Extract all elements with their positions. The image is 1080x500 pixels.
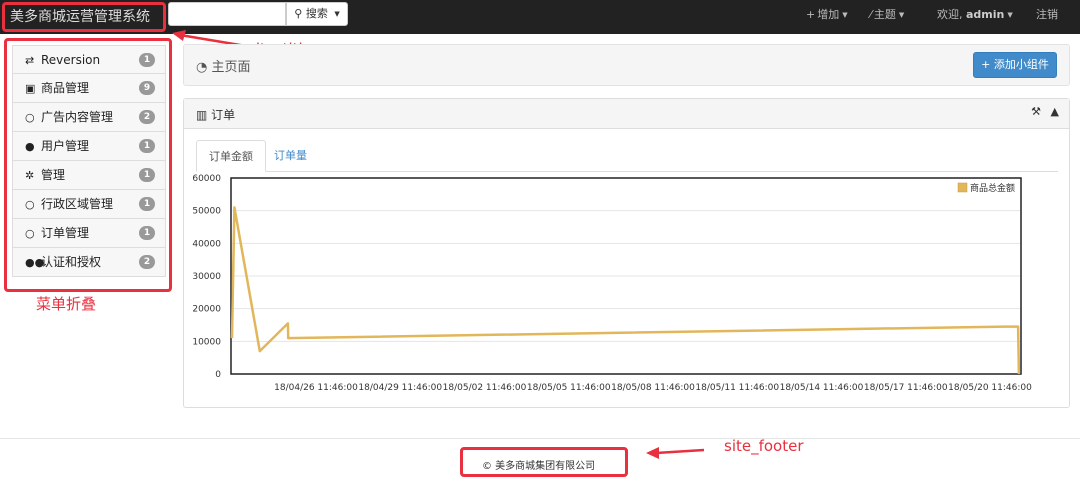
y-tick-label: 0 bbox=[215, 370, 221, 380]
y-tick-label: 60000 bbox=[192, 174, 221, 184]
x-tick-label: 18/05/08 11:46:00 bbox=[611, 383, 695, 393]
y-tick-label: 50000 bbox=[192, 207, 221, 217]
order-amount-chart: 0 10000 20000 30000 40000 50000 60000 18/04/26 … bbox=[192, 174, 1032, 393]
x-tick-label: 18/05/20 11:46:00 bbox=[948, 383, 1032, 393]
site-footer-annotation: site_footer bbox=[724, 437, 804, 455]
site-footer-arrow bbox=[646, 447, 705, 459]
footer-divider bbox=[0, 438, 1080, 439]
y-tick-label: 40000 bbox=[192, 239, 221, 249]
series-line bbox=[230, 206, 1021, 375]
x-tick-label: 18/05/11 11:46:00 bbox=[695, 383, 779, 393]
x-tick-label: 18/05/14 11:46:00 bbox=[780, 383, 864, 393]
x-tick-label: 18/05/17 11:46:00 bbox=[864, 383, 948, 393]
x-tick-label: 18/05/05 11:46:00 bbox=[527, 383, 611, 393]
y-tick-label: 20000 bbox=[192, 305, 221, 315]
y-tick-label: 30000 bbox=[192, 272, 221, 282]
y-tick-label: 10000 bbox=[192, 337, 221, 347]
site-footer: © 美多商城集团有限公司 bbox=[482, 461, 596, 472]
x-tick-label: 18/05/02 11:46:00 bbox=[443, 383, 527, 393]
x-tick-label: 18/04/26 11:46:00 bbox=[274, 383, 358, 393]
legend-swatch bbox=[957, 182, 968, 193]
legend-label: 商品总金额 bbox=[970, 182, 1015, 194]
x-tick-label: 18/04/29 11:46:00 bbox=[358, 383, 442, 393]
